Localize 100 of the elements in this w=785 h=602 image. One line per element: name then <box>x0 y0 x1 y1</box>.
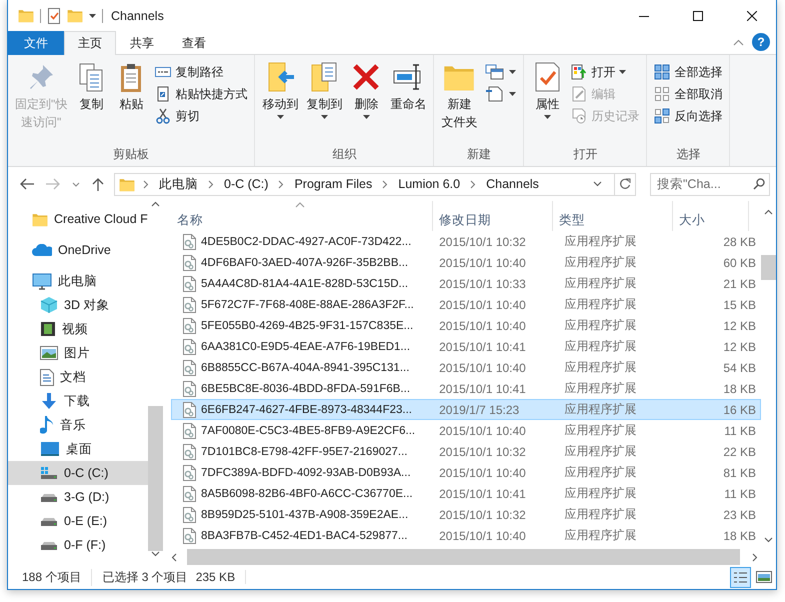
ribbon-button[interactable]: 复制 <box>72 59 110 115</box>
selection-size: 235 KB <box>196 570 246 584</box>
scrollbar-thumb[interactable] <box>148 406 163 552</box>
ribbon-button[interactable]: 属性 <box>528 59 566 121</box>
ribbon-button[interactable]: 复制到 <box>303 59 346 121</box>
sidebar-item[interactable]: 此电脑 <box>8 269 148 293</box>
group-label: 选择 <box>675 146 702 163</box>
file-row[interactable]: 7AF0080E-C5C3-4BE5-8FB9-A9E2CF6... 2015/10/1 10:40 应用程序扩展 11 KB <box>171 420 761 441</box>
address-bar[interactable]: 此电脑 0-C (C:) Program Files Lumion 6.0 Channels <box>114 172 636 196</box>
ribbon-tab[interactable]: 文件 <box>8 31 64 55</box>
type-cell-text: 应用程序扩展 <box>564 485 638 502</box>
size-cell-text: 16 KB <box>722 402 758 416</box>
sidebar-item[interactable]: 音乐 <box>8 413 148 437</box>
group-label: 组织 <box>331 146 358 163</box>
type-cell-text: 应用程序扩展 <box>564 359 638 376</box>
ribbon-button[interactable]: 全部选择 <box>651 61 726 83</box>
size-cell-text: 28 KB <box>722 234 758 248</box>
forward-button[interactable] <box>44 176 62 192</box>
file-name: 7D101BC8-E798-42FF-95E7-2169027... <box>201 446 408 458</box>
ribbon-button[interactable]: 粘贴快捷方式 <box>152 83 250 105</box>
chevron-icon <box>278 180 284 188</box>
ribbon-button[interactable]: 新建 文件夹 <box>438 59 480 133</box>
chevron-down-icon <box>72 182 80 186</box>
colored-grid-icon <box>571 64 588 80</box>
file-row[interactable]: 4DF6BAF0-3AED-407A-926F-35B2BB... 2015/10/1 10:40 应用程序扩展 60 KB <box>171 252 761 273</box>
sidebar-item[interactable]: 3D 对象 <box>8 293 148 317</box>
sidebar-item[interactable]: 图片 <box>8 341 148 365</box>
type-cell-text: 应用程序扩展 <box>564 443 638 460</box>
size-cell-text: 23 KB <box>722 508 758 522</box>
file-row[interactable]: 6BE5BC8E-8036-4BDD-8FDA-591F6B... 2015/10/1 10:41 应用程序扩展 18 KB <box>171 378 761 399</box>
type-cell-text: 应用程序扩展 <box>564 401 638 418</box>
ribbon-tab[interactable]: 查看 <box>168 31 220 55</box>
file-icon <box>182 276 196 292</box>
type-cell-text: 应用程序扩展 <box>564 317 638 334</box>
sidebar-item[interactable]: 文档 <box>8 365 148 389</box>
group-label: 打开 <box>572 146 598 163</box>
back-button[interactable] <box>18 176 36 192</box>
desktop-icon <box>40 441 60 457</box>
ribbon-button[interactable]: 移动到 <box>259 59 302 121</box>
file-row[interactable]: 5A4A4C8D-81A4-4A1E-828D-53C15D... 2015/10/1 10:33 应用程序扩展 21 KB <box>171 273 761 294</box>
sidebar-item[interactable]: 下载 <box>8 389 148 413</box>
column-header[interactable]: 类型 <box>553 201 673 231</box>
file-row[interactable]: 5FE055B0-4269-4B25-9F31-157C835E... 2015/10/1 10:40 应用程序扩展 12 KB <box>171 315 761 336</box>
sidebar-item[interactable]: 0-C (C:) <box>8 461 148 485</box>
scrollbar-thumb[interactable] <box>761 255 776 280</box>
date-cell-text: 2015/10/1 10:40 <box>438 256 527 270</box>
file-row[interactable]: 8A5B6098-82B6-4BF0-A6CC-C36770E... 2015/10/1 10:41 应用程序扩展 11 KB <box>171 483 761 504</box>
size-cell-text: 81 KB <box>722 466 758 480</box>
ribbon-tab[interactable]: 主页 <box>64 31 116 55</box>
file-row[interactable]: 6B8855CC-B67A-404A-8941-395C131... 2015/10/1 10:40 应用程序扩展 54 KB <box>171 357 761 378</box>
ribbon-button[interactable]: 全部取消 <box>651 83 726 105</box>
file-row[interactable]: 8B959D25-5101-437B-A908-359E2AE... 2015/10/1 10:32 应用程序扩展 23 KB <box>171 504 761 525</box>
column-header[interactable]: 名称 <box>171 201 433 231</box>
breadcrumb[interactable]: Program Files <box>292 177 374 191</box>
recent-dropdown[interactable] <box>70 180 82 188</box>
date-cell-text: 2015/10/1 10:33 <box>438 276 527 290</box>
sidebar-item[interactable]: 桌面 <box>8 437 148 461</box>
select-all-icon <box>654 64 670 80</box>
scroll-up-icon <box>151 201 160 207</box>
search-field[interactable]: 搜索"Cha... <box>650 172 770 196</box>
ribbon-button[interactable]: 反向选择 <box>651 105 726 127</box>
file-row[interactable]: 4DE5B0C2-DDAC-4927-AC0F-73D422... 2015/10/1 10:32 应用程序扩展 28 KB <box>171 231 761 252</box>
date-cell-text: 2015/10/1 10:32 <box>438 508 527 522</box>
breadcrumb[interactable]: Channels <box>484 177 541 191</box>
sidebar-item[interactable]: 视频 <box>8 317 148 341</box>
close-icon <box>747 10 757 20</box>
sidebar-item[interactable]: 0-E (E:) <box>8 509 148 533</box>
size-cell-text: 54 KB <box>722 360 758 374</box>
size-cell-text: 12 KB <box>722 340 758 354</box>
ribbon-button[interactable]: 复制路径 <box>152 61 250 83</box>
ribbon-button[interactable]: 剪切 <box>152 105 250 127</box>
file-icon <box>182 360 196 376</box>
file-row[interactable]: 6AA381C0-E9D5-4EAE-A7F6-19BED1... 2015/10/1 10:41 应用程序扩展 12 KB <box>171 336 761 357</box>
file-row[interactable]: 6E6FB247-4627-4FBE-8973-48344F23... 2019/1/7 15:23 应用程序扩展 16 KB <box>171 399 761 420</box>
sidebar-item[interactable]: OneDrive <box>8 238 148 262</box>
sidebar-item[interactable]: Creative Cloud F <box>8 207 148 231</box>
file-row[interactable]: 8BA3FB7B-C452-4ED1-BAC4-529877... 2015/10/1 10:40 应用程序扩展 18 KB <box>171 525 761 546</box>
ribbon-button[interactable]: 打开 <box>568 61 642 83</box>
ribbon-tab[interactable]: 共享 <box>116 31 168 55</box>
ribbon-button[interactable]: 粘贴 <box>112 59 150 115</box>
ribbon-button[interactable]: 删除 <box>347 59 386 121</box>
breadcrumb[interactable]: 0-C (C:) <box>222 177 270 191</box>
column-header[interactable]: 修改日期 <box>433 201 553 231</box>
film-icon <box>40 321 56 337</box>
chevron-down-icon <box>593 181 602 187</box>
breadcrumb[interactable]: 此电脑 <box>157 176 200 192</box>
file-row[interactable]: 5F672C7F-7F68-408E-88AE-286A3F2F... 2015/10/1 10:40 应用程序扩展 15 KB <box>171 294 761 315</box>
file-icon <box>182 234 196 250</box>
window-title: Channels <box>111 8 164 22</box>
view-button[interactable] <box>730 566 751 588</box>
help-button[interactable]: ? <box>752 33 770 51</box>
chevron-icon <box>470 180 476 188</box>
breadcrumb[interactable]: Lumion 6.0 <box>396 177 462 191</box>
column-header[interactable]: 大小 <box>673 201 749 231</box>
file-row[interactable]: 7DFC389A-BDFD-4092-93AB-D0B93A... 2015/10/1 10:40 应用程序扩展 81 KB <box>171 462 761 483</box>
sidebar-item[interactable]: 3-G (D:) <box>8 485 148 509</box>
file-row[interactable]: 7D101BC8-E798-42FF-95E7-2169027... 2015/10/1 10:32 应用程序扩展 22 KB <box>171 441 761 462</box>
ribbon-button[interactable]: 重命名 <box>387 59 430 115</box>
size-cell-text: 60 KB <box>722 256 758 270</box>
sidebar-item[interactable]: 0-F (F:) <box>8 533 148 557</box>
